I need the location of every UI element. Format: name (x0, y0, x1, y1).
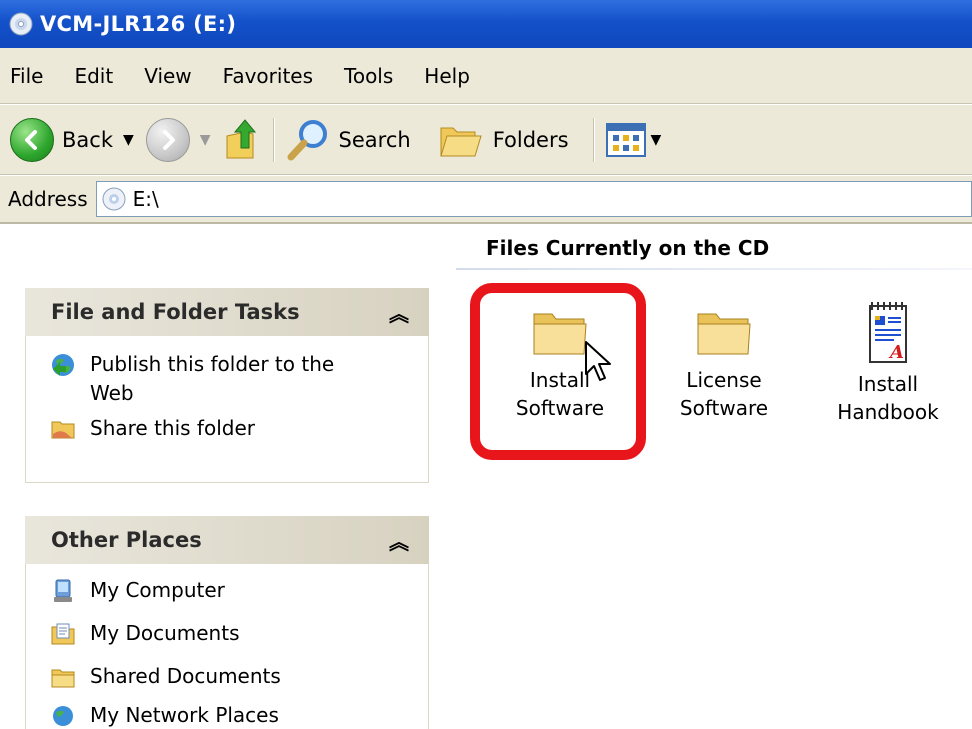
shared-documents-icon (51, 669, 75, 688)
highlight-annotation (470, 283, 646, 460)
menu-edit[interactable]: Edit (74, 64, 113, 88)
views-icon (605, 122, 646, 157)
address-bar: Address E:\ (0, 176, 972, 224)
collapse-chevron-icon[interactable]: ︽ (389, 298, 409, 327)
my-documents-icon (51, 623, 75, 645)
folder-icon (697, 313, 751, 355)
back-arrow-icon (10, 117, 54, 162)
file-install-handbook-line1: Install (857, 372, 919, 396)
tasks-panel-body: Publish this folder to the Web Share thi… (25, 336, 429, 483)
cd-drive-icon (102, 187, 126, 211)
collapse-chevron-icon[interactable]: ︽ (389, 526, 409, 555)
menu-view[interactable]: View (144, 64, 191, 88)
network-places-icon (53, 706, 73, 726)
document-icon: A (869, 302, 907, 363)
place-shared-documents[interactable]: Shared Documents (50, 662, 428, 691)
views-button[interactable]: ▼ (605, 122, 674, 158)
place-my-computer[interactable]: My Computer (50, 576, 428, 605)
menu-bar: File Edit View Favorites Tools Help (0, 48, 972, 104)
tasks-panel-header[interactable]: File and Folder Tasks ︽ (25, 288, 429, 336)
task-share-label: Share this folder (90, 416, 255, 440)
forward-button[interactable] (145, 117, 190, 162)
places-panel-body: My Computer My Documents Shared Document… (25, 564, 429, 729)
address-input[interactable]: E:\ (95, 181, 972, 217)
task-publish-web[interactable]: Publish this folder to the Web (50, 350, 428, 408)
place-shared-documents-label: Shared Documents (90, 664, 281, 688)
back-label: Back (62, 127, 113, 152)
task-publish-label: Publish this folder to the Web (90, 352, 335, 405)
search-label: Search (338, 127, 411, 152)
place-my-documents[interactable]: My Documents (50, 619, 428, 648)
forward-arrow-icon (145, 117, 190, 162)
menu-help[interactable]: Help (424, 64, 470, 88)
address-value: E:\ (132, 187, 159, 211)
forward-dropdown-icon[interactable]: ▼ (200, 132, 211, 148)
toolbar: Back ▼ ▼ Search Folders ▼ (0, 105, 972, 175)
search-button[interactable]: Search (285, 117, 411, 163)
folders-button[interactable]: Folders (437, 118, 569, 162)
places-panel-header[interactable]: Other Places ︽ (25, 516, 429, 564)
toolbar-separator (272, 117, 275, 162)
place-network-places[interactable]: My Network Places (50, 701, 428, 729)
menu-favorites[interactable]: Favorites (223, 64, 313, 88)
menu-tools[interactable]: Tools (344, 64, 393, 88)
folders-icon (440, 127, 482, 156)
place-my-documents-label: My Documents (90, 621, 240, 645)
back-button[interactable]: Back (10, 117, 113, 162)
places-panel-title: Other Places (51, 528, 202, 552)
publish-web-icon (52, 354, 74, 376)
toolbar-separator (592, 117, 595, 162)
other-places-panel: Other Places ︽ My Computer My Documents (25, 516, 429, 729)
place-network-label: My Network Places (90, 703, 279, 727)
folders-label: Folders (492, 127, 569, 152)
address-label: Address (8, 187, 88, 211)
task-share-folder[interactable]: Share this folder (50, 414, 428, 443)
files-header-divider (456, 268, 972, 270)
files-section-header: Files Currently on the CD (486, 236, 770, 260)
file-license-software-line1: License (686, 368, 762, 392)
file-folder-tasks-panel: File and Folder Tasks ︽ Publish this fol… (25, 288, 429, 483)
share-folder-icon (51, 421, 75, 439)
file-license-software-line2: Software (679, 396, 769, 420)
svg-text:A: A (888, 342, 904, 363)
tasks-panel-title: File and Folder Tasks (51, 300, 300, 324)
up-folder-button[interactable] (223, 118, 263, 162)
window-title: VCM-JLR126 (E:) (40, 12, 237, 36)
place-my-computer-label: My Computer (90, 578, 225, 602)
back-dropdown-icon[interactable]: ▼ (123, 132, 134, 148)
views-dropdown-icon[interactable]: ▼ (651, 132, 662, 148)
my-computer-icon (54, 579, 72, 602)
cd-drive-icon (9, 12, 33, 36)
file-install-handbook-line2: Handbook (837, 400, 939, 424)
search-icon (287, 119, 327, 160)
up-folder-icon (226, 118, 256, 158)
file-install-handbook[interactable]: A Install Handbook (824, 300, 952, 426)
menu-file[interactable]: File (10, 64, 43, 88)
file-license-software[interactable]: License Software (664, 304, 784, 422)
title-bar[interactable]: VCM-JLR126 (E:) (0, 0, 972, 48)
